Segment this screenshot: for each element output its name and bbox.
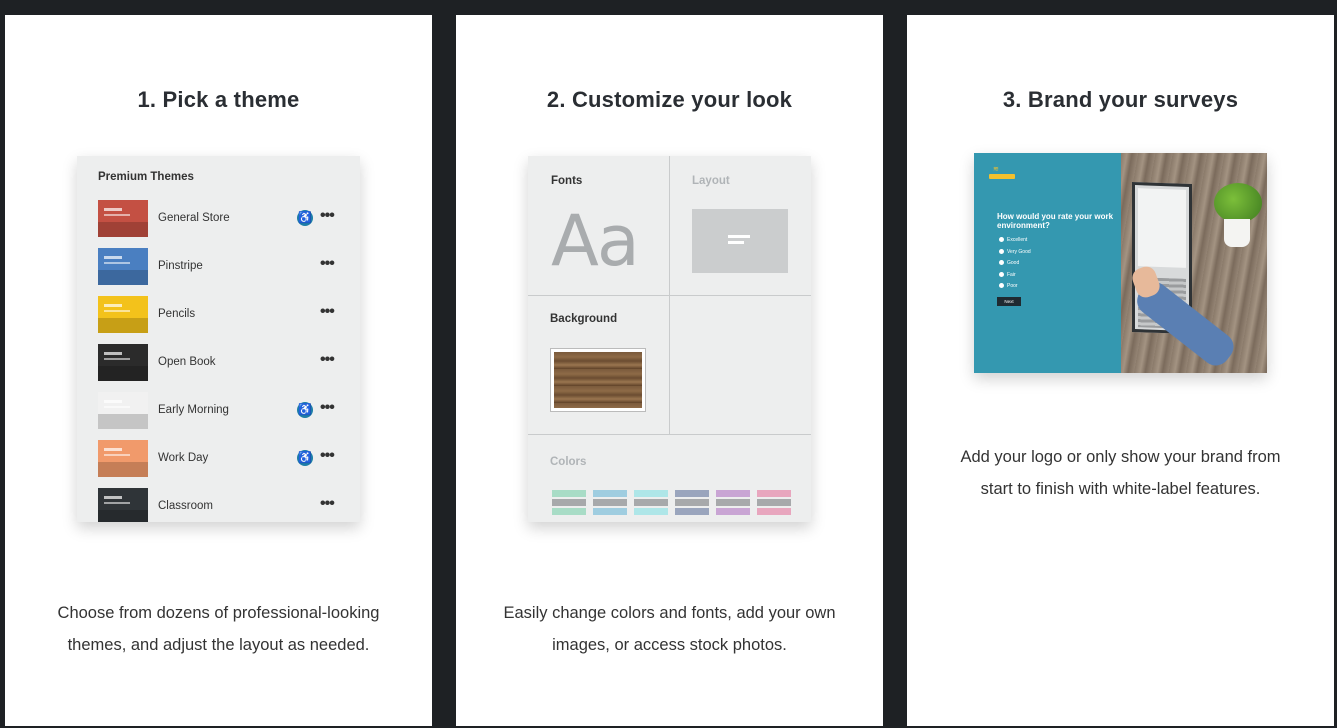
divider [528,295,811,296]
survey-option[interactable]: Excellent [999,237,1027,243]
survey-option[interactable]: Poor [999,283,1018,289]
card-title: 1. Pick a theme [137,87,300,112]
brand-logo: ≋ [989,165,1015,179]
theme-row[interactable]: Pinstripe ••• [98,248,343,285]
fonts-label[interactable]: Fonts [551,175,582,187]
theme-row[interactable]: Work Day ♿ ••• [98,440,343,477]
layout-preview[interactable] [692,209,788,273]
divider [528,434,811,435]
layout-line [728,241,744,244]
survey-question: How would you rate your work environment… [997,212,1114,230]
card-brand-surveys: 3. Brand your surveys ≋ How would you ra… [907,15,1334,726]
theme-name: Early Morning [158,404,229,416]
next-button[interactable]: Next [997,297,1021,306]
color-swatch[interactable] [716,490,750,522]
more-options-icon[interactable]: ••• [320,206,342,226]
theme-thumbnail[interactable] [98,440,148,477]
layout-label[interactable]: Layout [692,175,730,187]
theme-thumbnail[interactable] [98,344,148,381]
background-label[interactable]: Background [550,313,617,325]
card-title: 2. Customize your look [546,87,793,112]
color-swatch[interactable] [675,490,709,522]
premium-themes-title: Premium Themes [98,171,194,183]
card-description: Choose from dozens of professional-looki… [57,604,380,654]
card-pick-theme: 1. Pick a theme Premium Themes General S… [5,15,432,726]
card-title: 3. Brand your surveys [1002,87,1239,112]
theme-name: Classroom [158,500,213,512]
card-description: Add your logo or only show your brand fr… [960,448,1281,498]
theme-name: Work Day [158,452,209,464]
theme-thumbnail[interactable] [98,392,148,429]
brand-preview: ≋ How would you rate your work environme… [974,153,1267,373]
theme-row[interactable]: Open Book ••• [98,344,343,381]
colors-label[interactable]: Colors [550,456,586,468]
accessibility-icon: ♿ [297,210,313,226]
color-swatch[interactable] [593,490,627,522]
more-options-icon[interactable]: ••• [320,350,342,370]
pot-image [1224,219,1250,247]
theme-row[interactable]: Pencils ••• [98,296,343,333]
more-options-icon[interactable]: ••• [320,446,342,466]
wood-image [554,352,642,408]
accessibility-icon: ♿ [297,450,313,466]
color-swatch[interactable] [757,490,791,522]
background-thumbnail[interactable] [550,348,646,412]
card-customize-look: 2. Customize your look Fonts Aa Layout B… [456,15,883,726]
more-options-icon[interactable]: ••• [320,494,342,514]
more-options-icon[interactable]: ••• [320,302,342,322]
theme-name: Pinstripe [158,260,203,272]
theme-row[interactable]: Early Morning ♿ ••• [98,392,343,429]
theme-name: Pencils [158,308,196,320]
color-swatch[interactable] [552,490,586,522]
more-options-icon[interactable]: ••• [320,254,342,274]
more-options-icon[interactable]: ••• [320,398,342,418]
survey-option[interactable]: Very Good [999,249,1031,255]
theme-thumbnail[interactable] [98,248,148,285]
theme-row[interactable]: General Store ♿ ••• [98,200,343,237]
survey-option[interactable]: Fair [999,272,1016,278]
theme-row[interactable]: Classroom ••• [98,488,343,522]
plant-image [1214,183,1262,223]
accessibility-icon: ♿ [297,402,313,418]
theme-name: Open Book [158,356,216,368]
theme-name: General Store [158,212,230,224]
customize-panel: Fonts Aa Layout Background Colors [528,156,811,522]
font-sample[interactable]: Aa [551,200,640,282]
survey-option[interactable]: Good [999,260,1019,266]
theme-thumbnail[interactable] [98,200,148,237]
card-description: Easily change colors and fonts, add your… [503,604,836,654]
survey-panel: ≋ How would you rate your work environme… [974,153,1121,373]
color-swatch[interactable] [634,490,668,522]
premium-themes-panel: Premium Themes General Store ♿ ••• Pinstrip… [77,156,360,522]
theme-thumbnail[interactable] [98,296,148,333]
theme-thumbnail[interactable] [98,488,148,522]
layout-line [728,235,750,238]
